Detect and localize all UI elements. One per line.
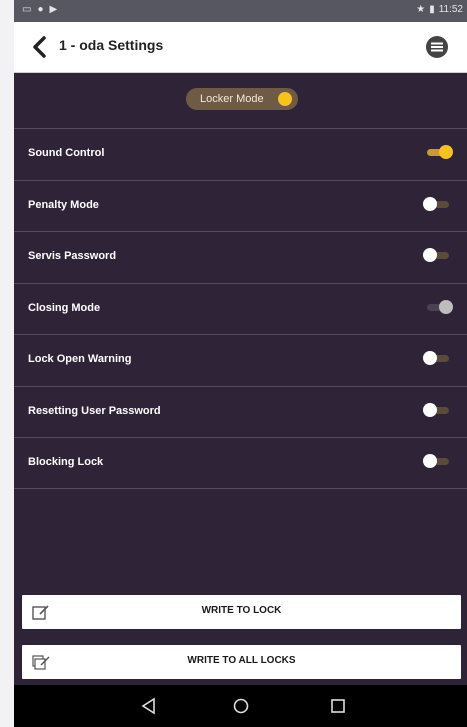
location-icon: ● bbox=[37, 4, 44, 15]
toggle-thumb bbox=[423, 197, 437, 211]
toggle-thumb bbox=[423, 248, 437, 262]
app-bar: 1 - oda Settings bbox=[14, 22, 467, 73]
setting-row-sound-control: Sound Control bbox=[14, 128, 467, 179]
write-to-lock-label: WRITE TO LOCK bbox=[201, 605, 282, 616]
toggle-thumb bbox=[423, 403, 437, 417]
locker-mode-toggle[interactable]: Locker Mode bbox=[186, 88, 298, 110]
write-to-all-locks-button[interactable]: WRITE TO ALL LOCKS bbox=[22, 645, 461, 679]
closing-mode-toggle[interactable] bbox=[423, 300, 453, 314]
setting-row-lock-open-warning: Lock Open Warning bbox=[14, 334, 467, 385]
status-bar: ▭ ● ▶ ★ ▮ 11:52 bbox=[14, 0, 467, 22]
setting-label: Sound Control bbox=[28, 147, 105, 159]
setting-row-closing-mode: Closing Mode bbox=[14, 283, 467, 334]
device-screen: ▭ ● ▶ ★ ▮ 11:52 1 - oda Settings Locker … bbox=[14, 0, 467, 727]
locker-mode-label: Locker Mode bbox=[200, 93, 264, 105]
page-title: 1 - oda Settings bbox=[59, 37, 164, 53]
write-to-lock-button[interactable]: WRITE TO LOCK bbox=[22, 595, 461, 629]
back-triangle-icon[interactable] bbox=[139, 696, 159, 716]
setting-label: Penalty Mode bbox=[28, 199, 99, 211]
status-left-icons: ▭ ● ▶ bbox=[22, 4, 57, 16]
status-right-icons: ★ ▮ 11:52 bbox=[416, 4, 463, 16]
toggle-thumb bbox=[423, 351, 437, 365]
blocking-lock-toggle[interactable] bbox=[423, 454, 449, 468]
resetting-user-password-toggle[interactable] bbox=[423, 403, 449, 417]
setting-label: Closing Mode bbox=[28, 302, 101, 314]
setting-label: Blocking Lock bbox=[28, 456, 104, 468]
locker-mode-indicator bbox=[278, 92, 292, 106]
setting-label: Servis Password bbox=[28, 250, 117, 262]
bluetooth-icon: ★ bbox=[416, 4, 426, 15]
setting-row-servis-password: Servis Password bbox=[14, 231, 467, 282]
toggle-thumb bbox=[439, 300, 453, 314]
back-arrow-icon[interactable] bbox=[30, 35, 50, 59]
list-divider bbox=[14, 488, 467, 489]
status-time: 11:52 bbox=[438, 4, 463, 15]
play-store-icon: ▶ bbox=[49, 4, 58, 15]
menu-icon[interactable] bbox=[425, 35, 449, 59]
penalty-mode-toggle[interactable] bbox=[423, 197, 449, 211]
sound-control-toggle[interactable] bbox=[423, 145, 453, 159]
home-circle-icon[interactable] bbox=[231, 696, 251, 716]
lock-open-warning-toggle[interactable] bbox=[423, 351, 449, 365]
setting-label: Lock Open Warning bbox=[28, 353, 132, 365]
setting-label: Resetting User Password bbox=[28, 405, 161, 417]
setting-row-blocking-lock: Blocking Lock bbox=[14, 437, 467, 488]
battery-icon: ▮ bbox=[429, 4, 435, 15]
servis-password-toggle[interactable] bbox=[423, 248, 449, 262]
image-icon: ▭ bbox=[22, 4, 32, 15]
write-to-all-locks-label: WRITE TO ALL LOCKS bbox=[187, 655, 296, 666]
toggle-thumb bbox=[423, 454, 437, 468]
recents-square-icon[interactable] bbox=[328, 696, 348, 716]
setting-row-penalty-mode: Penalty Mode bbox=[14, 180, 467, 231]
navigation-bar bbox=[14, 685, 467, 727]
toggle-thumb bbox=[439, 145, 453, 159]
setting-row-resetting-user-password: Resetting User Password bbox=[14, 386, 467, 437]
